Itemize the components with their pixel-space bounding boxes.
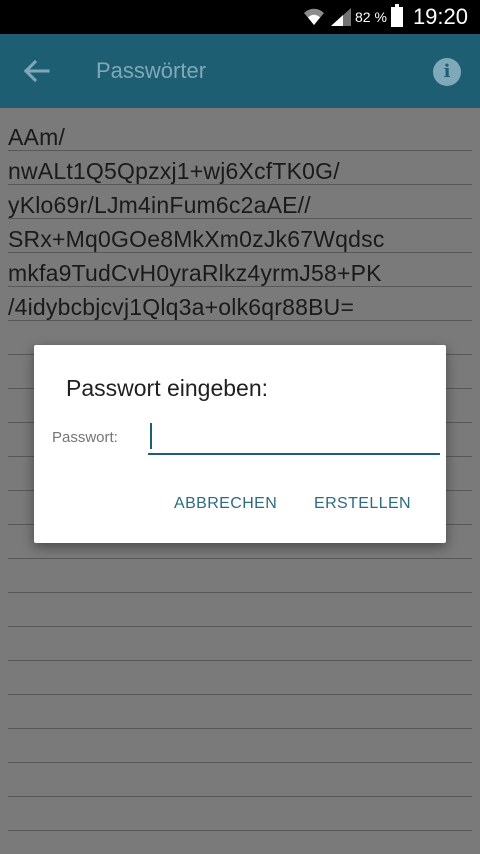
clock: 19:20 (412, 4, 468, 29)
back-arrow-icon[interactable] (22, 59, 50, 83)
battery-percent: 82 % (355, 9, 387, 25)
cancel-button[interactable]: ABBRECHEN (174, 495, 277, 513)
info-icon[interactable]: i (433, 58, 461, 86)
text-cursor (150, 423, 152, 449)
password-label: Passwort: (52, 429, 118, 446)
create-button[interactable]: ERSTELLEN (314, 495, 411, 513)
battery-icon (390, 4, 403, 27)
note-text[interactable]: AAm/ nwALt1Q5Qpzxj1+wj6XcfTK0G/ yKlo69r/… (8, 120, 472, 324)
status-bar: 82 % 19:20 (0, 0, 480, 34)
wifi-icon (304, 8, 325, 25)
signal-icon (331, 8, 352, 26)
page-title: Passwörter (96, 58, 207, 83)
password-dialog: Passwort eingeben: Passwort: ABBRECHEN E… (34, 345, 446, 543)
app-bar: Passwörter i (0, 34, 480, 108)
password-input[interactable] (148, 419, 440, 455)
dialog-title: Passwort eingeben: (66, 375, 269, 401)
